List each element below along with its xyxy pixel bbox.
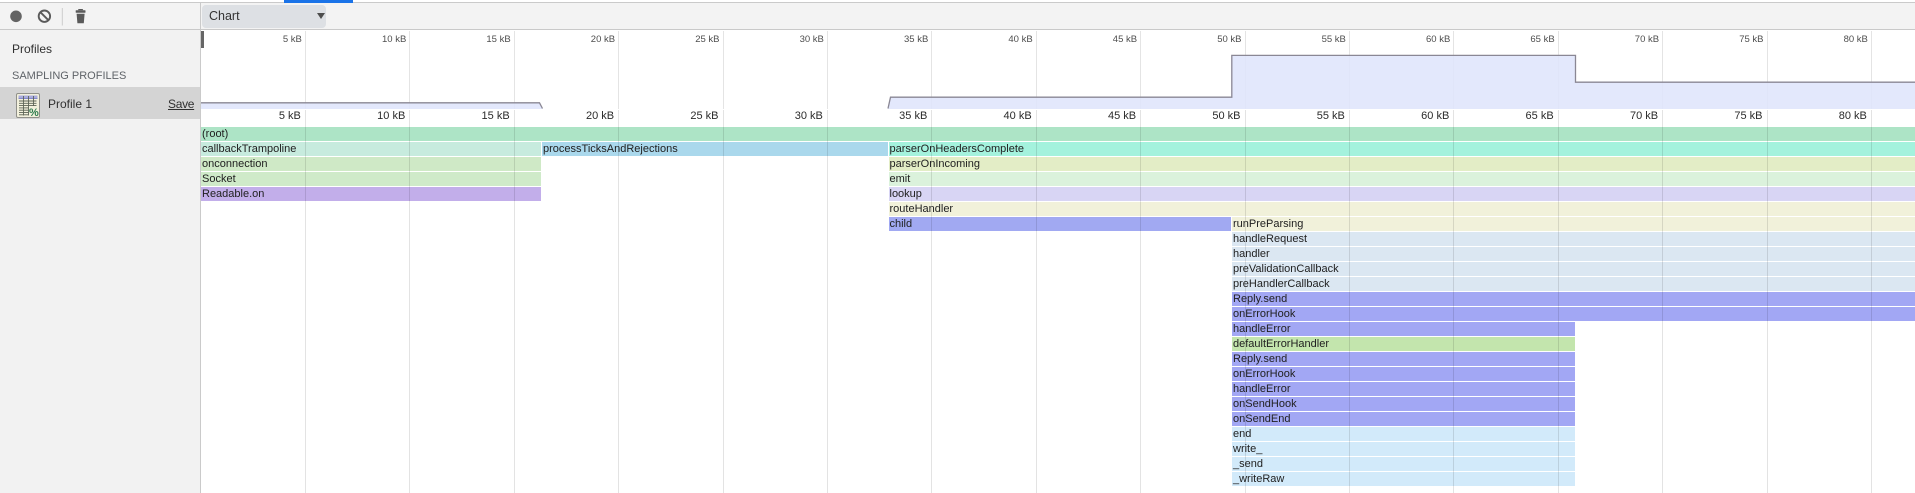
svg-text:%: % — [29, 107, 39, 118]
